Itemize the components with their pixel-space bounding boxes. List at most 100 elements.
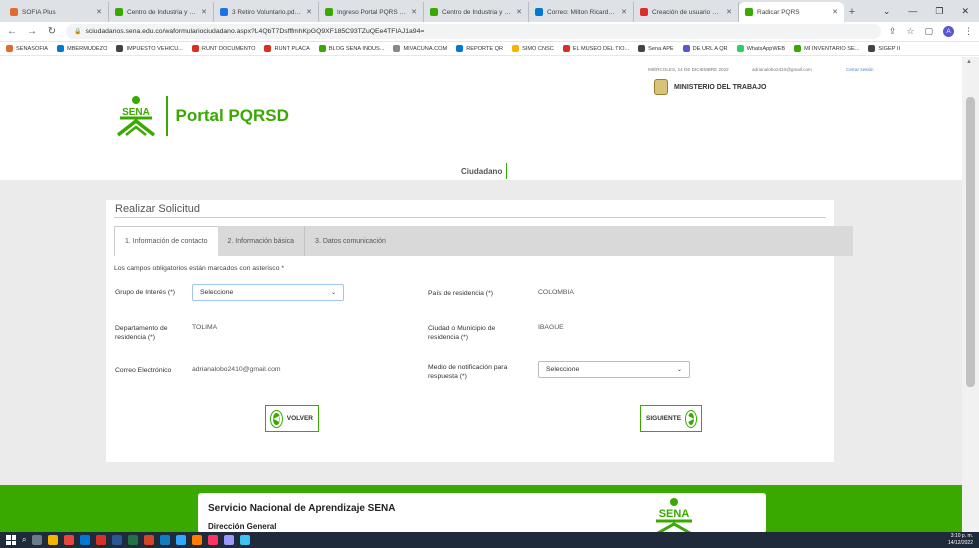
chrome-icon[interactable] [64, 535, 75, 545]
tab-close-icon[interactable]: ✕ [306, 8, 312, 16]
coat-of-arms-icon [654, 79, 668, 95]
required-fields-note: Los campos obligatorios están marcados c… [114, 265, 285, 272]
scroll-up-icon[interactable]: ▲ [966, 59, 972, 65]
browser-tab[interactable]: SOFIA Plus ✕ [4, 2, 109, 22]
browser-tab[interactable]: Correo: Milton Ricardo Bar ✕ [529, 2, 634, 22]
pais-value: COLOMBIA [538, 289, 574, 296]
grupo-interes-select[interactable]: Seleccione ⌄ [192, 284, 344, 301]
bookmark-favicon-icon [736, 45, 744, 52]
bookmark-item[interactable]: SIMO CNSC [512, 45, 554, 52]
lock-icon: 🔒 [74, 29, 82, 35]
illustrator-icon[interactable] [192, 535, 203, 545]
forward-arrow-icon[interactable]: → [26, 26, 38, 37]
profile-avatar[interactable]: A [943, 26, 954, 37]
tab-close-icon[interactable]: ✕ [411, 8, 417, 16]
browser-tab[interactable]: Centro de Industria y Cons ✕ [424, 2, 529, 22]
bookmark-favicon-icon [682, 45, 690, 52]
menu-icon[interactable]: ⋮ [964, 26, 973, 37]
tab-favicon-icon [220, 8, 228, 16]
tab-search-icon[interactable]: ⌄ [883, 6, 891, 17]
bookmark-item[interactable]: MIVACUNA.COM [393, 45, 447, 52]
grupo-interes-value: Seleccione [200, 289, 234, 296]
bookmark-item[interactable]: RUNT PLACA [264, 45, 310, 52]
tab-contact-info[interactable]: 1. Información de contacto [114, 226, 218, 256]
bookmark-item[interactable]: MI INVENTARIO SE... [794, 45, 859, 52]
bookmark-label: SIGEP II [878, 45, 901, 52]
edge-icon[interactable] [80, 535, 91, 545]
tab-close-icon[interactable]: ✕ [832, 8, 838, 16]
medio-notificacion-value: Seleccione [546, 366, 580, 373]
outlook-icon[interactable] [160, 535, 171, 545]
close-window-icon[interactable]: ✕ [961, 6, 969, 17]
bookmark-item[interactable]: SIGEP II [868, 45, 900, 52]
bookmarks-bar: SENASOFIA MBERMUDEZO IMPUESTO VEHICU... RUN… [0, 42, 979, 56]
bookmark-label: MBERMUDEZO [67, 45, 108, 52]
bookmark-item[interactable]: DE URL A QR [682, 45, 728, 52]
indesign-icon[interactable] [208, 535, 219, 545]
share-icon[interactable]: ⇪ [889, 26, 897, 37]
tab-close-icon[interactable]: ✕ [516, 8, 522, 16]
page-scrollbar[interactable]: ▲ [962, 57, 979, 532]
nav-tab-ciudadano[interactable]: Ciudadano [461, 163, 508, 179]
ciudad-label: Ciudad o Municipio de residencia (*) [428, 325, 496, 341]
bookmark-item[interactable]: EL MUSEO DEL TIO... [562, 45, 629, 52]
tab-communication-data[interactable]: 3. Datos comunicación [305, 226, 396, 256]
word-icon[interactable] [112, 535, 123, 545]
bookmark-favicon-icon [264, 45, 272, 52]
ministerio-label: MINISTERIO DEL TRABAJO [674, 83, 767, 91]
bookmark-item[interactable]: Sena APE [638, 45, 674, 52]
tab-close-icon[interactable]: ✕ [201, 8, 207, 16]
tab-close-icon[interactable]: ✕ [621, 8, 627, 16]
sidepanel-icon[interactable]: ▢ [924, 26, 933, 37]
bookmark-item[interactable]: IMPUESTO VEHICU... [116, 45, 183, 52]
app-blue-icon[interactable] [240, 535, 251, 545]
windows-taskbar: ⌕ 3:10 p. m. 14/12/2022 [0, 532, 979, 548]
bookmark-item[interactable]: MBERMUDEZO [57, 45, 107, 52]
back-button[interactable]: ◀ VOLVER [265, 405, 319, 432]
bookmark-item[interactable]: REPORTE QR [456, 45, 503, 52]
tab-favicon-icon [115, 8, 123, 16]
browser-tab[interactable]: Creación de usuario PQRS ✕ [634, 2, 739, 22]
excel-icon[interactable] [128, 535, 139, 545]
task-view-icon[interactable] [32, 535, 43, 545]
photoshop-icon[interactable] [176, 535, 187, 545]
maximize-icon[interactable]: ❐ [935, 6, 943, 17]
url-field[interactable]: 🔒 sciudadanos.sena.edu.co/waformularioci… [66, 24, 881, 39]
tab-favicon-icon [10, 8, 18, 16]
medio-notificacion-select[interactable]: Seleccione ⌄ [538, 361, 690, 378]
next-button[interactable]: SIGUIENTE ▶ [640, 405, 702, 432]
tab-close-icon[interactable]: ✕ [96, 8, 102, 16]
search-icon[interactable]: ⌕ [22, 535, 26, 545]
scroll-thumb[interactable] [966, 97, 975, 387]
pais-label: País de residencia (*) [428, 290, 493, 297]
sena-portal-logo[interactable]: SENA Portal PQRSD [112, 95, 289, 137]
bookmark-item[interactable]: BLOG SENA INDUS... [318, 45, 384, 52]
browser-tab[interactable]: Ingreso Portal PQRS Sena ✕ [319, 2, 424, 22]
bookmark-favicon-icon [57, 45, 65, 52]
bookmark-item[interactable]: WhatsAppWEB [736, 45, 785, 52]
bookmark-item[interactable]: SENASOFIA [6, 45, 48, 52]
browser-tab[interactable]: Radicar PQRS ✕ [739, 2, 844, 22]
correo-value: adrianalobo2410@gmail.com [192, 366, 281, 373]
tab-favicon-icon [745, 8, 753, 16]
browser-tab[interactable]: 3 Retiro Voluntario.pdf - G ✕ [214, 2, 319, 22]
bookmark-favicon-icon [191, 45, 199, 52]
windows-start-icon[interactable] [6, 535, 16, 545]
file-explorer-icon[interactable] [48, 535, 59, 545]
bookmark-item[interactable]: RUNT DOCUMENTO [191, 45, 255, 52]
form-steps-tabs: 1. Información de contacto 2. Informació… [114, 226, 853, 256]
back-arrow-icon[interactable]: ← [6, 26, 18, 37]
tab-basic-info[interactable]: 2. Información básica [218, 226, 306, 256]
logout-link[interactable]: Cerrar sesión [846, 67, 874, 72]
app-red-icon[interactable] [96, 535, 107, 545]
powerpoint-icon[interactable] [144, 535, 155, 545]
reload-icon[interactable]: ↻ [46, 26, 58, 37]
new-tab-button[interactable]: + [844, 2, 860, 22]
star-icon[interactable]: ☆ [906, 26, 914, 37]
browser-tools: ⇪ ☆ ▢ A ⋮ [889, 26, 973, 37]
premiere-icon[interactable] [224, 535, 235, 545]
departamento-value: TOLIMA [192, 324, 218, 331]
browser-tab[interactable]: Centro de Industria y Cons ✕ [109, 2, 214, 22]
tab-close-icon[interactable]: ✕ [726, 8, 732, 16]
minimize-icon[interactable]: — [908, 6, 917, 16]
